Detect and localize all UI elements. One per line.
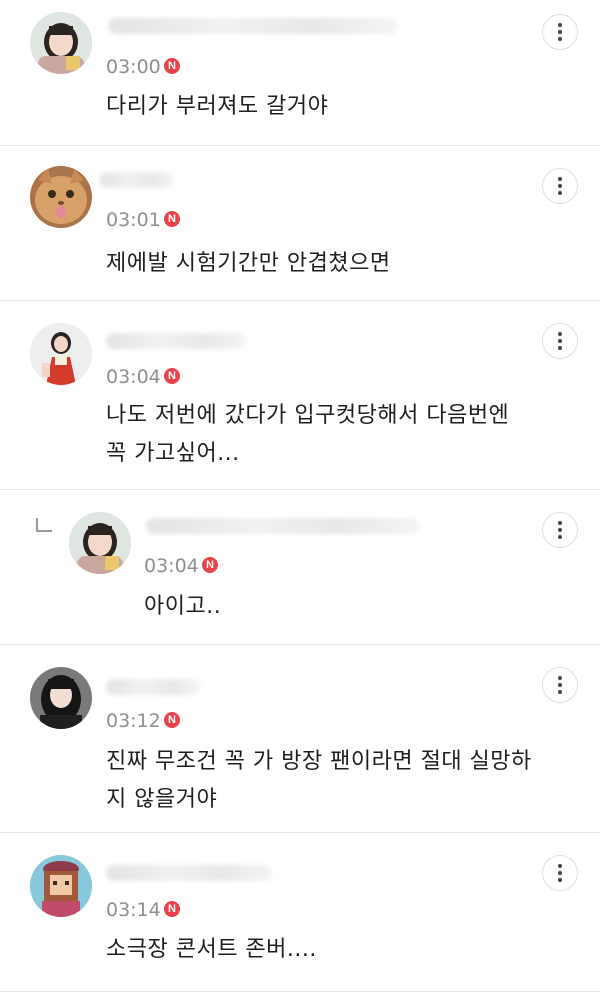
new-badge-icon: N (164, 211, 180, 227)
new-badge-icon: N (164, 58, 180, 74)
new-badge-icon: N (164, 901, 180, 917)
new-badge-icon: N (202, 557, 218, 573)
comment-item: 03:00 N 다리가 부러져도 갈거야 (0, 0, 600, 146)
more-vertical-icon[interactable] (542, 323, 578, 359)
comment-text: 아이고.. (144, 594, 222, 619)
comment-time: 03:01 (106, 209, 161, 231)
avatar[interactable] (30, 323, 92, 385)
author-name-redacted (106, 679, 200, 695)
comment-item: 03:14 N 소극장 콘서트 존버.... (0, 833, 600, 992)
comment-time: 03:12 (106, 710, 161, 732)
comment-time: 03:00 (106, 56, 161, 78)
avatar[interactable] (30, 166, 92, 228)
comment-item: 03:01 N 제에발 시험기간만 안겹쳤으면 (0, 146, 600, 301)
comment-time: 03:04 (106, 366, 161, 388)
avatar[interactable] (69, 512, 131, 574)
reply-comment-item: 03:04 N 아이고.. (0, 490, 600, 645)
avatar[interactable] (30, 855, 92, 917)
avatar[interactable] (30, 667, 92, 729)
comment-text: 나도 저번에 갔다가 입구컷당해서 다음번엔 꼭 가고싶어... (106, 403, 510, 466)
new-badge-icon: N (164, 712, 180, 728)
author-name-redacted (108, 18, 398, 34)
more-vertical-icon[interactable] (542, 855, 578, 891)
comment-text: 제에발 시험기간만 안겹쳤으면 (106, 251, 391, 276)
author-name-redacted (146, 518, 420, 534)
comment-item: 03:04 N 나도 저번에 갔다가 입구컷당해서 다음번엔 꼭 가고싶어... (0, 301, 600, 490)
author-name-redacted (106, 865, 272, 881)
new-badge-icon: N (164, 368, 180, 384)
more-vertical-icon[interactable] (542, 168, 578, 204)
more-vertical-icon[interactable] (542, 512, 578, 548)
comment-text: 소극장 콘서트 존버.... (106, 937, 317, 962)
reply-arrow-icon (36, 518, 52, 532)
author-name-redacted (106, 333, 246, 349)
more-vertical-icon[interactable] (542, 14, 578, 50)
comment-time: 03:04 (144, 555, 199, 577)
avatar[interactable] (30, 12, 92, 74)
more-vertical-icon[interactable] (542, 667, 578, 703)
comment-item: 03:12 N 진짜 무조건 꼭 가 방장 팬이라면 절대 실망하 지 않을거야 (0, 645, 600, 833)
author-name-redacted (100, 172, 174, 188)
comment-text: 다리가 부러져도 갈거야 (106, 94, 329, 119)
comment-time: 03:14 (106, 899, 161, 921)
comment-text: 진짜 무조건 꼭 가 방장 팬이라면 절대 실망하 지 않을거야 (106, 749, 532, 812)
